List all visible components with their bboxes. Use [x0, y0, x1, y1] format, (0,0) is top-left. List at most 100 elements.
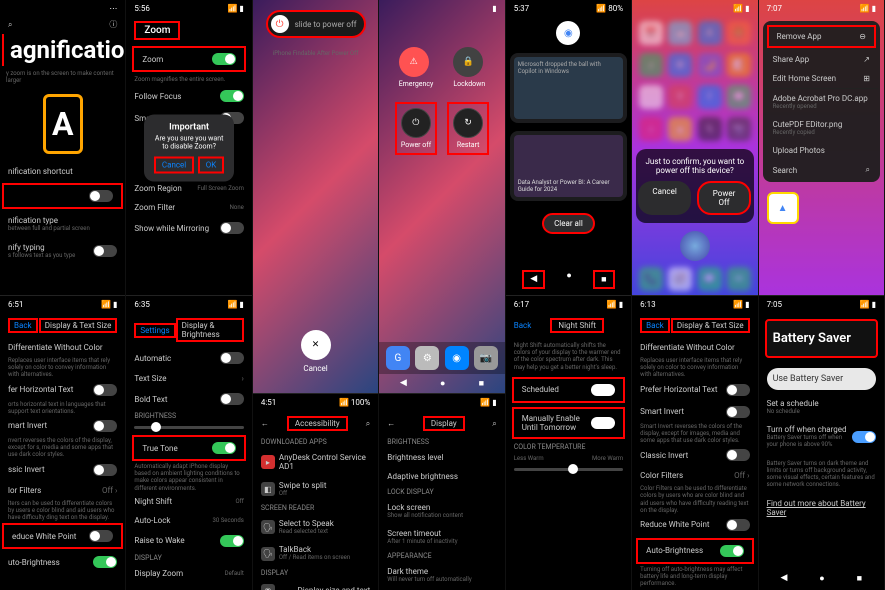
status-icons: 📶 ▮: [480, 398, 496, 407]
typing-toggle[interactable]: [93, 245, 117, 257]
findout-link[interactable]: Find out more about Battery Saver: [767, 499, 876, 517]
brightness-slider[interactable]: [134, 426, 243, 429]
nav-back[interactable]: ◀: [522, 270, 545, 289]
clearall-button[interactable]: Clear all: [542, 213, 595, 234]
auto-toggle[interactable]: [720, 545, 744, 557]
shortcut-toggle[interactable]: [89, 190, 113, 202]
truetone-toggle[interactable]: [212, 442, 236, 454]
blevel-item[interactable]: Brightness level: [387, 453, 443, 462]
time: 7:05: [767, 300, 782, 309]
nav-recent[interactable]: ■: [479, 378, 484, 389]
back-button[interactable]: Back: [8, 318, 38, 333]
search-icon[interactable]: ⌕: [366, 419, 370, 429]
talkback-item[interactable]: TalkBack: [279, 545, 311, 554]
zoom-toggle[interactable]: [212, 53, 236, 65]
auto-toggle[interactable]: [93, 556, 117, 568]
nav-home[interactable]: ●: [819, 573, 824, 584]
automatic-toggle[interactable]: [220, 352, 244, 364]
scheduled-toggle[interactable]: [591, 384, 615, 396]
raise-toggle[interactable]: [220, 535, 244, 547]
follow-toggle[interactable]: [220, 90, 244, 102]
recent-card[interactable]: Data Analyst or Power BI: A Career Guide…: [510, 131, 627, 201]
zoom-label[interactable]: Display Zoom: [134, 569, 183, 578]
chrome-icon[interactable]: ◉: [556, 21, 580, 45]
recent-item[interactable]: CutePDF EDitor.png: [773, 120, 843, 129]
cancel-button[interactable]: Cancel: [154, 156, 194, 173]
edit-item[interactable]: Edit Home Screen: [773, 74, 837, 83]
white-toggle[interactable]: [89, 530, 113, 542]
siri-orb[interactable]: [680, 231, 710, 261]
nav-recent[interactable]: ■: [593, 270, 614, 289]
poweroff-button[interactable]: Power Off: [697, 181, 752, 215]
classic-toggle[interactable]: [726, 449, 750, 461]
search-icon[interactable]: ⌕: [492, 419, 496, 429]
help-icon[interactable]: ⓘ: [109, 19, 117, 30]
dark-item[interactable]: Dark theme: [387, 567, 428, 576]
card-title: Microsoft dropped the ball with Copilot …: [518, 61, 619, 75]
poweroff-button[interactable]: ⏻: [401, 108, 431, 138]
recent-item[interactable]: Adobe Acrobat Pro DC.app: [773, 94, 868, 103]
upload-item[interactable]: Upload Photos: [773, 146, 825, 155]
lockdown-button[interactable]: 🔒: [453, 47, 483, 77]
cancel-button[interactable]: Cancel: [638, 181, 690, 215]
bold-toggle[interactable]: [220, 393, 244, 405]
diff-label: Differentiate Without Color: [640, 343, 735, 352]
app-icon[interactable]: G: [386, 346, 410, 370]
use-button[interactable]: Use Battery Saver: [767, 368, 876, 390]
app-icon[interactable]: ◉: [445, 346, 469, 370]
recent-card[interactable]: Microsoft dropped the ball with Copilot …: [510, 53, 627, 123]
back-button[interactable]: Back: [514, 321, 532, 330]
raise-label: Raise to Wake: [134, 536, 184, 545]
mirror-toggle[interactable]: [220, 222, 244, 234]
timeout-item[interactable]: Screen timeout: [387, 529, 441, 538]
classic-label: Classic Invert: [640, 451, 688, 460]
horiz-toggle[interactable]: [726, 384, 750, 396]
lockscreen-item[interactable]: Lock screen: [387, 503, 430, 512]
smart-toggle[interactable]: [93, 420, 117, 432]
drive-icon[interactable]: ▲: [767, 192, 799, 224]
restart-button[interactable]: ↻: [453, 108, 483, 138]
nav-back[interactable]: ◀: [400, 378, 407, 389]
charged-sub: Battery Saver turns off when your phone …: [767, 434, 852, 448]
power-slider[interactable]: ⏻ slide to power off: [266, 10, 366, 38]
classic-toggle[interactable]: [93, 464, 117, 476]
search-item[interactable]: Search: [773, 166, 798, 175]
sched-item[interactable]: Set a schedule: [767, 399, 819, 408]
ok-button[interactable]: OK: [198, 156, 225, 173]
nav-recent[interactable]: ■: [857, 573, 862, 584]
emergency-button[interactable]: ⚠: [399, 47, 429, 77]
white-toggle[interactable]: [726, 519, 750, 531]
page-title: Display & Text Size: [39, 318, 118, 333]
share-item[interactable]: Share App: [773, 55, 810, 64]
filters-label[interactable]: Color Filters: [640, 471, 683, 480]
textsize-label[interactable]: Text Size: [134, 374, 166, 383]
search-icon[interactable]: ⌕: [8, 20, 12, 30]
app-icon[interactable]: 📷: [474, 346, 498, 370]
nav-home[interactable]: ●: [440, 378, 445, 389]
dispsize-item[interactable]: Display size and text: [298, 586, 371, 590]
charged-toggle[interactable]: [852, 431, 876, 443]
status-icons: 📶 ▮: [101, 300, 117, 309]
autolock-label[interactable]: Auto-Lock: [134, 516, 170, 525]
less-warm: Less Warm: [514, 455, 544, 462]
horiz-toggle[interactable]: [93, 384, 117, 396]
smart-toggle[interactable]: [726, 406, 750, 418]
back-icon[interactable]: ←: [387, 419, 395, 428]
adaptive-item[interactable]: Adaptive brightness: [387, 472, 458, 481]
remove-item[interactable]: Remove App: [777, 32, 822, 41]
cancel-button[interactable]: ✕: [301, 330, 331, 360]
anydesk-item[interactable]: AnyDesk Control Service AD1: [279, 453, 370, 471]
back-button[interactable]: Settings: [134, 323, 175, 338]
shortcut-label: nification shortcut: [8, 167, 73, 176]
manual-toggle[interactable]: [591, 417, 615, 429]
app-icon[interactable]: ⚙: [415, 346, 439, 370]
time: 7:07: [767, 4, 782, 13]
swipe-item[interactable]: Swipe to split: [279, 481, 327, 490]
back-icon[interactable]: ←: [261, 419, 269, 428]
nav-home[interactable]: ●: [566, 270, 571, 289]
temp-slider[interactable]: [514, 468, 623, 471]
night-label[interactable]: Night Shift: [134, 497, 172, 506]
back-button[interactable]: Back: [640, 318, 670, 333]
nav-back[interactable]: ◀: [781, 573, 788, 584]
select-item[interactable]: Select to Speak: [279, 519, 334, 528]
